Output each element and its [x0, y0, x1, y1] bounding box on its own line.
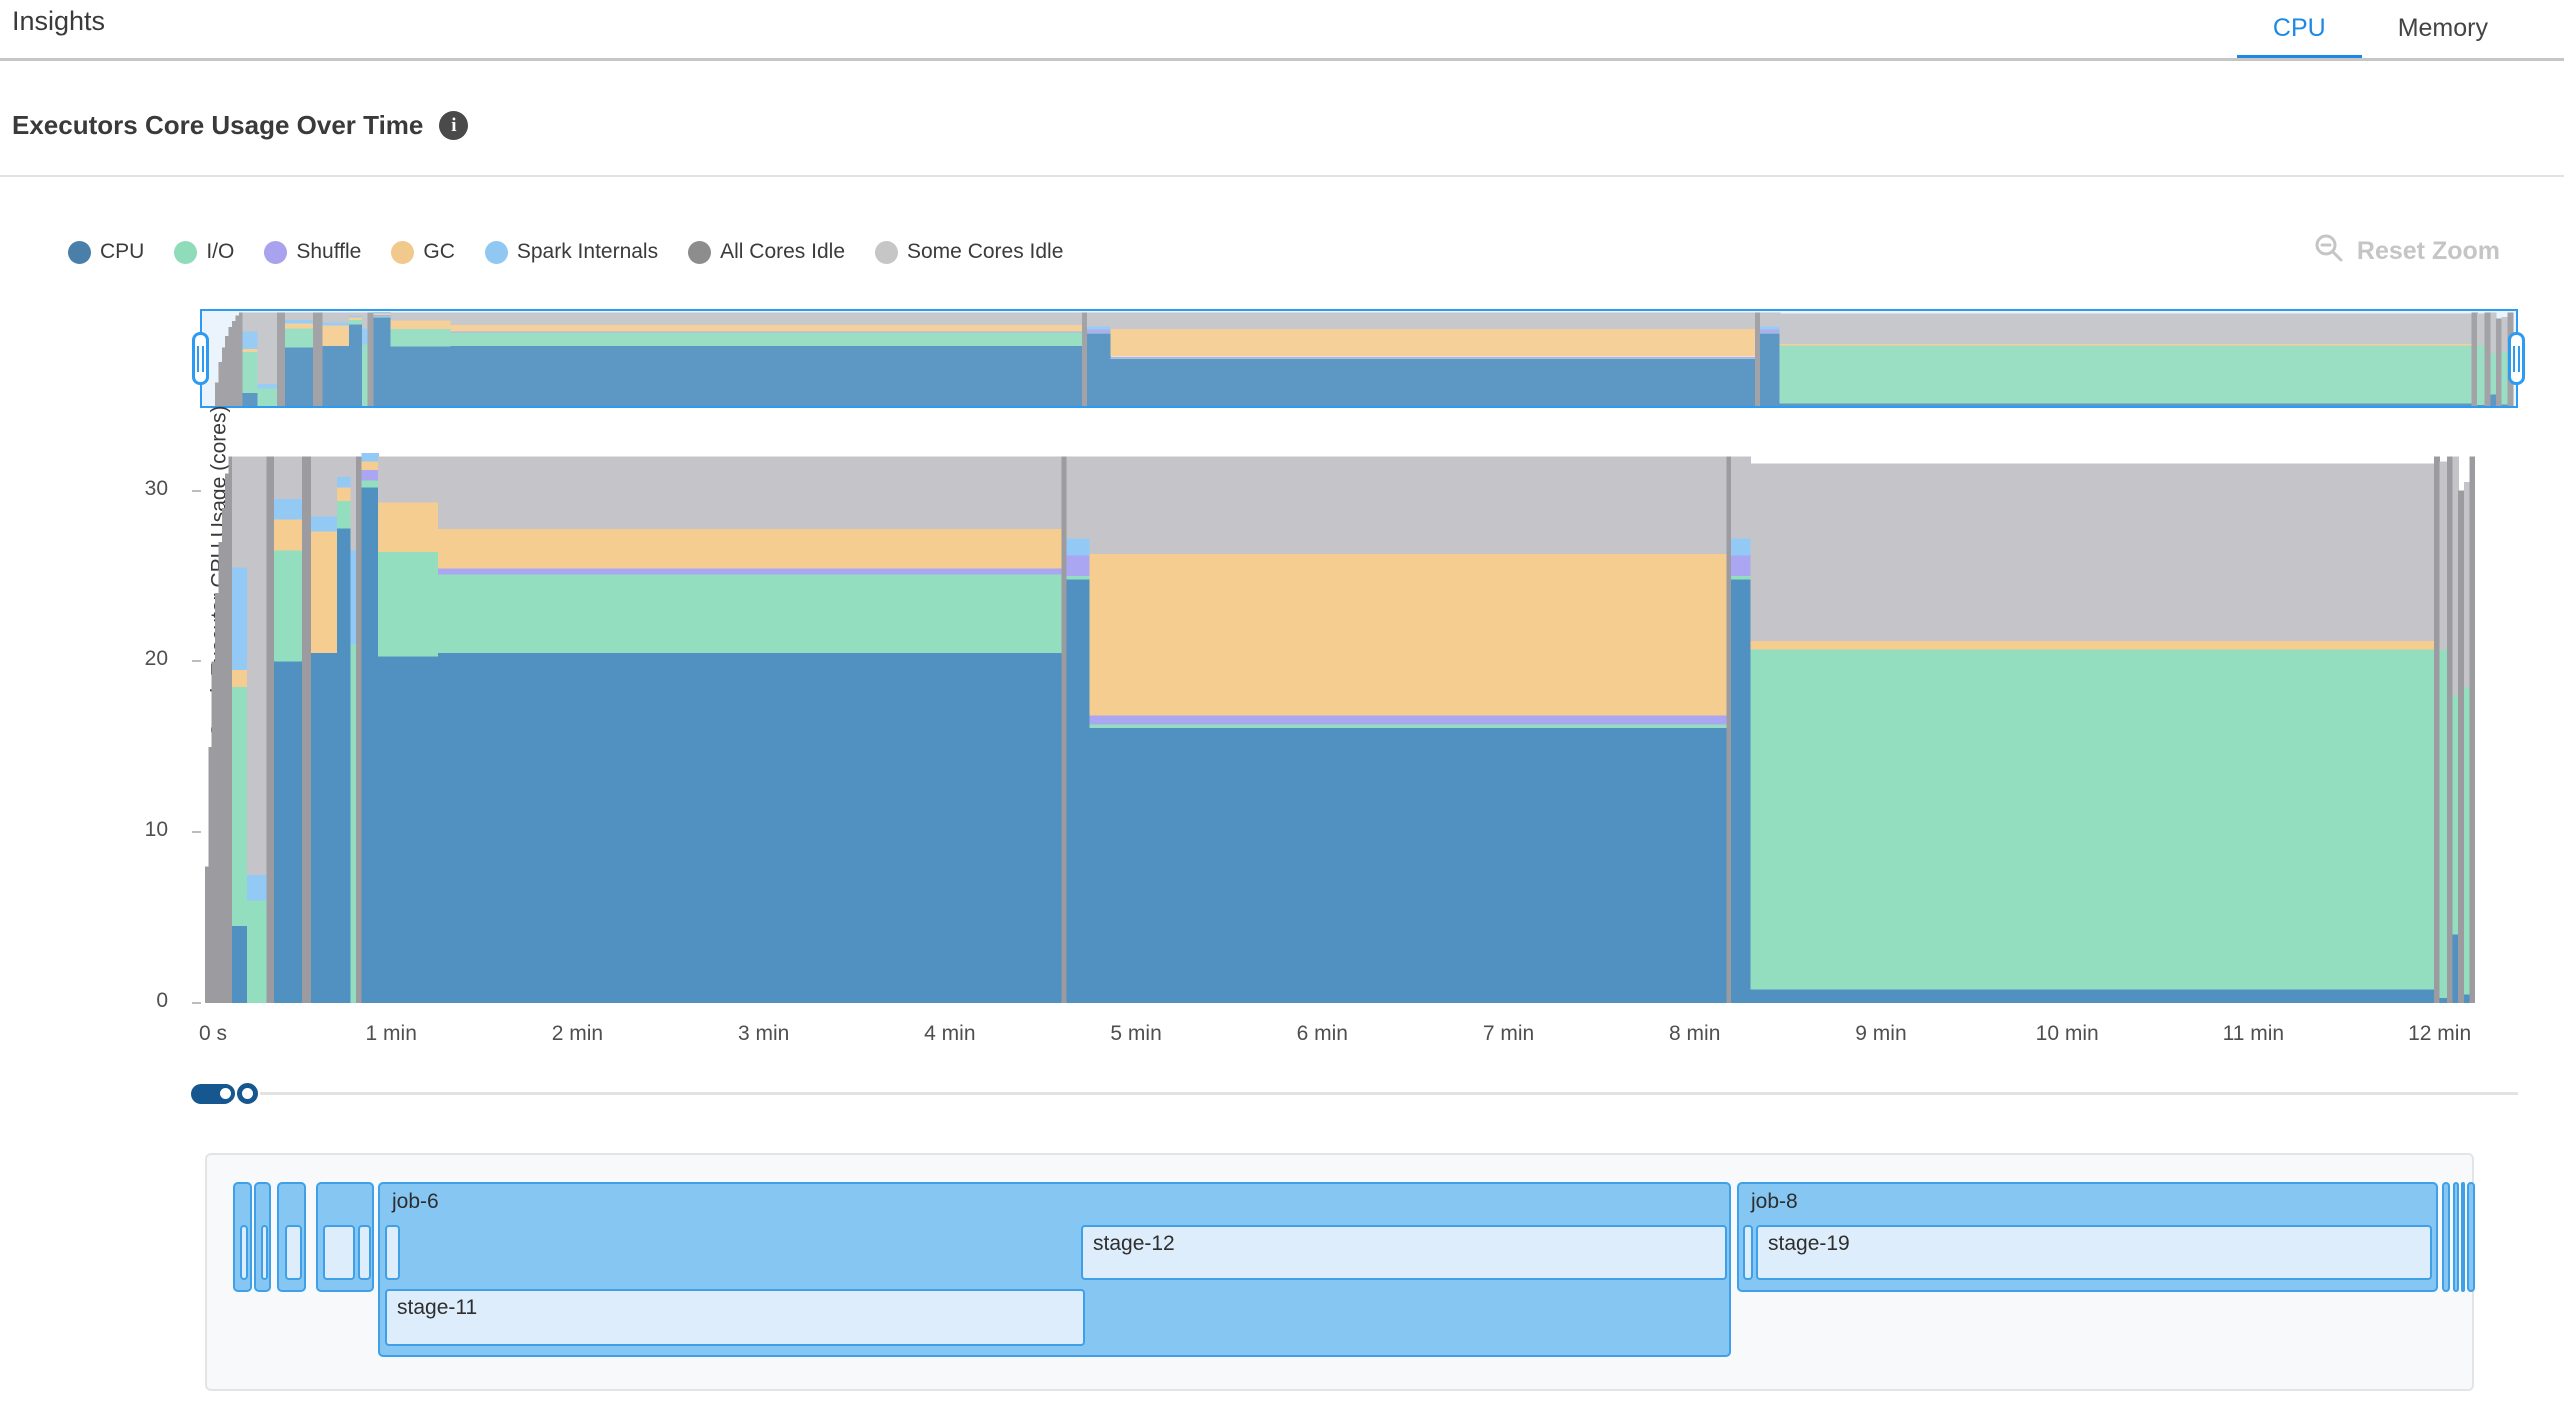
x-tick-label: 2 min — [507, 1022, 647, 1046]
legend-dot-gc — [391, 241, 414, 264]
legend-label: GC — [423, 240, 455, 264]
legend-dot-cpu — [68, 241, 91, 264]
info-icon[interactable]: i — [439, 111, 468, 140]
job-block-job-8[interactable]: job-8 stage-19 — [1737, 1182, 2438, 1292]
legend-item-cpu[interactable]: CPU — [68, 240, 144, 264]
x-tick-label: 5 min — [1066, 1022, 1206, 1046]
stage-label: stage-11 — [387, 1291, 1083, 1320]
chart-legend: CPU I/O Shuffle GC Spark Internals All Cores … — [68, 240, 1063, 264]
job-block[interactable] — [233, 1182, 252, 1292]
y-tick-mark — [192, 1002, 201, 1004]
job-label: job-6 — [380, 1184, 1729, 1214]
legend-item-gc[interactable]: GC — [391, 240, 455, 264]
x-tick-label: 0 s — [143, 1022, 283, 1046]
tab-bar: CPU Memory — [2237, 0, 2524, 60]
legend-label: I/O — [206, 240, 234, 264]
stage-block[interactable] — [285, 1225, 302, 1280]
y-tick-label: 0 — [108, 989, 168, 1013]
legend-item-io[interactable]: I/O — [174, 240, 234, 264]
main-chart[interactable] — [205, 448, 2475, 1003]
x-tick-label: 10 min — [1997, 1022, 2137, 1046]
y-tick-label: 10 — [108, 818, 168, 842]
y-tick-mark — [192, 831, 201, 833]
section-header: Executors Core Usage Over Time i — [12, 110, 468, 141]
y-tick-label: 20 — [108, 647, 168, 671]
stage-block[interactable] — [240, 1225, 248, 1280]
legend-dot-io — [174, 241, 197, 264]
stage-block[interactable] — [358, 1225, 371, 1280]
legend-label: All Cores Idle — [720, 240, 845, 264]
reset-zoom-button[interactable]: Reset Zoom — [2313, 232, 2500, 271]
x-tick-label: 4 min — [880, 1022, 1020, 1046]
job-block[interactable] — [316, 1182, 374, 1292]
section-title: Executors Core Usage Over Time — [12, 110, 423, 141]
x-tick-label: 11 min — [2183, 1022, 2323, 1046]
legend-label: Shuffle — [296, 240, 361, 264]
x-tick-label: 8 min — [1625, 1022, 1765, 1046]
x-tick-label: 3 min — [694, 1022, 834, 1046]
legend-item-some_idle[interactable]: Some Cores Idle — [875, 240, 1063, 264]
reset-zoom-label: Reset Zoom — [2357, 237, 2500, 266]
stage-block-stage-12[interactable]: stage-12 — [1081, 1225, 1727, 1280]
legend-dot-some_idle — [875, 241, 898, 264]
stage-block-stage-11[interactable]: stage-11 — [385, 1289, 1085, 1346]
job-stage-timeline-panel: job-6 stage-12 stage-11 job-8 stage-19 — [205, 1153, 2474, 1391]
section-divider — [0, 175, 2564, 177]
job-block[interactable] — [2467, 1182, 2475, 1292]
page-title: Insights — [12, 6, 105, 37]
stage-block-stage-19[interactable]: stage-19 — [1756, 1225, 2432, 1280]
y-tick-mark — [192, 490, 201, 492]
x-tick-label: 6 min — [1252, 1022, 1392, 1046]
x-tick-label: 12 min — [2370, 1022, 2510, 1046]
stage-label: stage-12 — [1083, 1227, 1725, 1256]
brush-handle-left[interactable] — [192, 332, 209, 385]
legend-label: Some Cores Idle — [907, 240, 1063, 264]
stage-block[interactable] — [323, 1225, 355, 1280]
legend-item-internals[interactable]: Spark Internals — [485, 240, 658, 264]
x-tick-label: 1 min — [321, 1022, 461, 1046]
stage-label: stage-19 — [1758, 1227, 2430, 1256]
legend-dot-all_idle — [688, 241, 711, 264]
brush-handle-right[interactable] — [2508, 332, 2525, 385]
x-tick-label: 7 min — [1439, 1022, 1579, 1046]
job-block[interactable] — [2442, 1182, 2450, 1292]
stage-block[interactable] — [261, 1225, 268, 1280]
legend-item-shuffle[interactable]: Shuffle — [264, 240, 361, 264]
stage-block[interactable] — [1743, 1225, 1753, 1280]
x-tick-label: 9 min — [1811, 1022, 1951, 1046]
job-block[interactable] — [254, 1182, 271, 1292]
stage-block[interactable] — [385, 1225, 400, 1280]
job-block[interactable] — [277, 1182, 306, 1292]
tab-memory[interactable]: Memory — [2362, 0, 2524, 60]
job-block-job-6[interactable]: job-6 stage-12 stage-11 — [378, 1182, 1731, 1357]
legend-dot-internals — [485, 241, 508, 264]
slider-handle-left[interactable] — [216, 1084, 235, 1103]
y-tick-label: 30 — [108, 477, 168, 501]
y-tick-mark — [192, 660, 201, 662]
job-block[interactable] — [2453, 1182, 2459, 1292]
tab-cpu[interactable]: CPU — [2237, 0, 2362, 60]
insights-page: Insights CPU Memory Executors Core Usage… — [0, 0, 2564, 1404]
legend-label: CPU — [100, 240, 144, 264]
zoom-out-icon — [2313, 232, 2345, 271]
job-label: job-8 — [1739, 1184, 2436, 1214]
minimap-chart[interactable] — [202, 311, 2516, 406]
legend-item-all_idle[interactable]: All Cores Idle — [688, 240, 845, 264]
job-block[interactable] — [2461, 1182, 2465, 1292]
legend-label: Spark Internals — [517, 240, 658, 264]
slider-track[interactable] — [260, 1092, 2518, 1095]
slider-handle-right[interactable] — [237, 1083, 258, 1104]
header-divider — [0, 58, 2564, 61]
legend-dot-shuffle — [264, 241, 287, 264]
